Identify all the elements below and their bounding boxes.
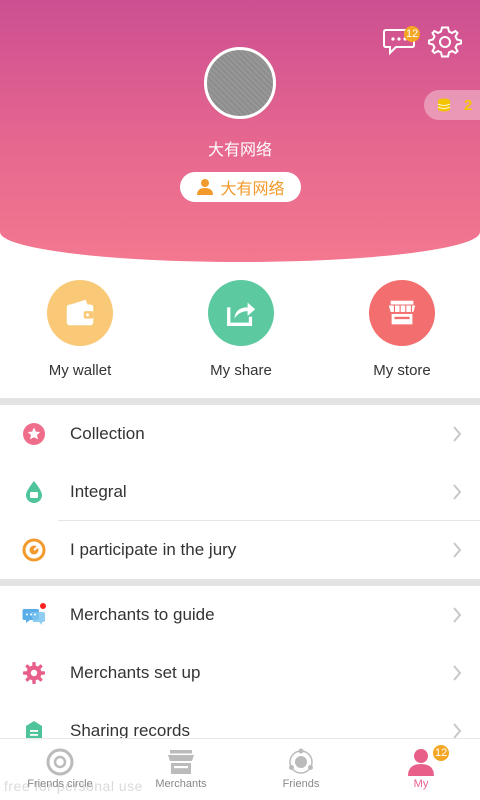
menu-item-integral[interactable]: Integral: [0, 463, 480, 521]
messages-button[interactable]: 12: [382, 26, 421, 58]
menu-label-integral: Integral: [70, 482, 127, 501]
tab-my[interactable]: 12 My: [361, 739, 480, 800]
menu-item-collection[interactable]: Collection: [0, 405, 480, 463]
coins-icon: [437, 98, 451, 112]
friends-icon: [289, 748, 313, 774]
chevron-right-icon: [453, 484, 462, 500]
chevron-right-icon: [453, 607, 462, 623]
chevron-right-icon: [453, 426, 462, 442]
chevron-right-icon: [453, 723, 462, 739]
friends-circle-icon: [46, 748, 74, 776]
my-store-label: My store: [373, 362, 431, 379]
messages-badge: 12: [404, 26, 421, 42]
menu-label-merchants-setup: Merchants set up: [70, 663, 201, 682]
chevron-right-icon: [453, 542, 462, 558]
menu-label-jury: I participate in the jury: [70, 540, 237, 559]
tab-label-friends: Friends: [282, 778, 320, 790]
my-share-label: My share: [210, 362, 272, 379]
menu-item-jury[interactable]: I participate in the jury: [0, 521, 480, 579]
wallet-icon: [47, 280, 113, 346]
tab-label-my: My: [413, 778, 429, 790]
section-divider: [0, 579, 480, 586]
section-divider: [0, 398, 480, 405]
menu-label-collection: Collection: [70, 424, 145, 443]
my-wallet-label: My wallet: [48, 362, 112, 379]
username: 大有网络: [207, 142, 272, 159]
integral-drop-icon: [26, 481, 42, 503]
tab-friends[interactable]: Friends: [241, 739, 361, 800]
merchants-icon: [168, 750, 194, 774]
gear-icon: [23, 662, 45, 684]
star-icon: [23, 423, 45, 445]
menu-item-merchants-guide[interactable]: Merchants to guide: [0, 586, 480, 644]
role-label: 大有网络: [220, 181, 285, 198]
coin-balance[interactable]: 2: [424, 90, 480, 120]
my-wallet-button[interactable]: My wallet: [0, 280, 160, 379]
person-icon: [197, 179, 214, 195]
menu-label-merchants-guide: Merchants to guide: [70, 605, 215, 624]
coin-count: 2: [464, 96, 473, 114]
chevron-right-icon: [453, 665, 462, 681]
quick-actions: My wallet My share My store: [0, 280, 480, 398]
avatar[interactable]: [204, 47, 276, 119]
watermark: free for personal use: [4, 778, 143, 794]
store-icon: [369, 280, 435, 346]
my-store-button[interactable]: My store: [322, 280, 480, 379]
share-icon: [208, 280, 274, 346]
chat-bubbles-icon: [22, 603, 46, 625]
role-badge[interactable]: 大有网络: [180, 172, 301, 202]
settings-button[interactable]: [428, 25, 462, 59]
gear-icon: [428, 26, 462, 58]
menu-item-merchants-setup[interactable]: Merchants set up: [0, 644, 480, 702]
my-badge: 12: [433, 745, 450, 761]
my-share-button[interactable]: My share: [161, 280, 321, 379]
profile-header: 12 2 大有网络 大有网络: [0, 0, 480, 262]
jury-icon: [22, 538, 46, 562]
